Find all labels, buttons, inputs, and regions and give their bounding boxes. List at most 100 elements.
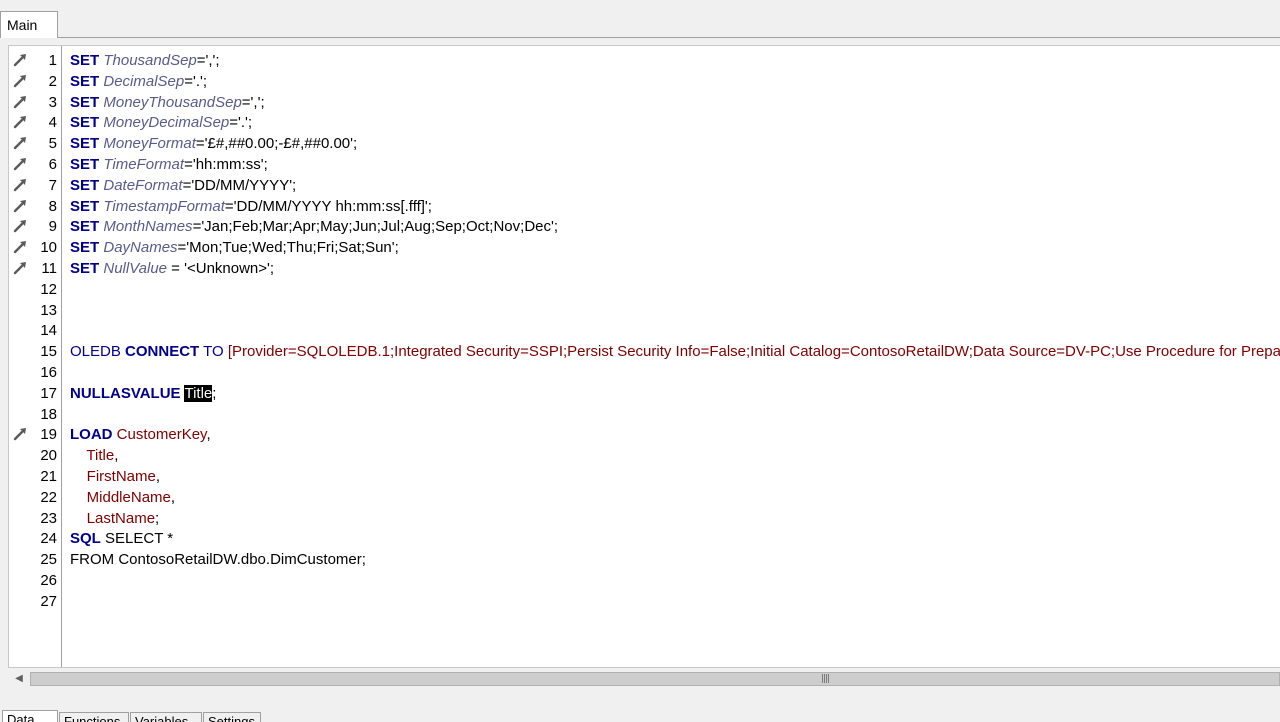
code-token: CustomerKey: [116, 426, 207, 444]
line-number: 11: [41, 260, 57, 277]
code-line[interactable]: 25 FROM ContosoRetailDW.dbo.DimCustomer;: [9, 549, 1280, 570]
code-token: SET: [70, 260, 100, 277]
code-token: MoneyFormat: [103, 135, 196, 153]
code-token: OLEDB: [70, 343, 126, 361]
code-text: FROM ContosoRetailDW.dbo.DimCustomer;: [70, 551, 366, 568]
code-token: SET: [70, 114, 100, 132]
line-number: 1: [48, 52, 57, 69]
tab-functions[interactable]: Functions: [59, 712, 129, 722]
code-token: DateFormat: [103, 176, 183, 194]
code-token: TimeFormat: [103, 156, 185, 173]
code-text: SET NullValue = '<Unknown>';: [70, 260, 274, 277]
code-token: SET: [70, 197, 100, 215]
code-line[interactable]: 10 SET DayNames='Mon;Tue;Wed;Thu;Fri;Sat;…: [9, 237, 1280, 258]
code-token: Title: [86, 447, 115, 465]
code-line[interactable]: 24 SQL SELECT *: [9, 528, 1280, 549]
code-text: NULLASVALUE Title;: [70, 384, 217, 402]
code-text: SET DateFormat='DD/MM/YYYY';: [70, 177, 296, 194]
line-number: 25: [40, 551, 57, 569]
line-number: 6: [48, 156, 57, 173]
code-line[interactable]: 4 SET MoneyDecimalSep='.';: [9, 112, 1280, 133]
code-text: LastName;: [70, 509, 160, 527]
scrollbar-grip-icon: ||||: [821, 674, 830, 684]
line-number: 20: [40, 447, 57, 465]
code-text: SET MonthNames='Jan;Feb;Mar;Apr;May;Jun;…: [70, 218, 558, 235]
line-number: 8: [48, 197, 57, 215]
code-token: SET: [70, 135, 100, 153]
scroll-left-arrow-icon[interactable]: ◀: [10, 670, 28, 688]
line-number: 4: [48, 114, 57, 132]
code-token: NullValue: [103, 260, 168, 277]
code-token: SET: [70, 218, 100, 236]
code-line[interactable]: 5 SET MoneyFormat='£#,##0.00;-£#,##0.00';: [9, 133, 1280, 154]
code-token: SQL: [70, 530, 101, 548]
code-line[interactable]: 14: [9, 320, 1280, 341]
code-token: ='Mon;Tue;Wed;Thu;Fri;Sat;Sun';: [177, 239, 399, 257]
code-token: CONNECT: [125, 343, 200, 361]
code-token: DecimalSep: [103, 72, 185, 90]
code-line[interactable]: 15 OLEDB CONNECT TO [Provider=SQLOLEDB.1;…: [9, 341, 1280, 362]
tab-bar: Main: [0, 0, 1280, 38]
code-text: SET DecimalSep='.';: [70, 73, 207, 90]
line-number: 17: [40, 384, 57, 402]
code-line[interactable]: 27: [9, 591, 1280, 612]
code-line[interactable]: 23 LastName;: [9, 508, 1280, 529]
code-text: MiddleName,: [70, 489, 175, 506]
tab-variables[interactable]: Variables: [130, 712, 202, 722]
code-token: ,: [114, 447, 119, 465]
tab-bar-border: [58, 37, 1280, 38]
code-line[interactable]: 22 MiddleName,: [9, 487, 1280, 508]
code-line[interactable]: 11 SET NullValue = '<Unknown>';: [9, 258, 1280, 279]
code-token: FROM ContosoRetailDW.dbo.DimCustomer;: [70, 551, 366, 569]
code-line[interactable]: 12: [9, 279, 1280, 300]
selected-text: Title: [184, 384, 213, 402]
code-line[interactable]: 17 NULLASVALUE Title;: [9, 383, 1280, 404]
code-token: ='hh:mm:ss';: [184, 156, 268, 173]
code-line[interactable]: 1 SET ThousandSep=',';: [9, 50, 1280, 71]
code-line[interactable]: 9 SET MonthNames='Jan;Feb;Mar;Apr;May;Jun…: [9, 216, 1280, 237]
code-token: MoneyDecimalSep: [103, 114, 230, 132]
script-editor[interactable]: 1 SET ThousandSep=','; 2 SET DecimalSep='.'…: [8, 45, 1280, 667]
code-line[interactable]: 16: [9, 362, 1280, 383]
line-number: 22: [40, 488, 57, 506]
code-text: SQL SELECT *: [70, 530, 173, 547]
code-line[interactable]: 21 FirstName,: [9, 466, 1280, 487]
code-token: ;: [155, 509, 160, 527]
code-token: ;: [212, 384, 217, 402]
code-token: ,: [170, 488, 176, 506]
line-number: 18: [40, 405, 57, 423]
code-token: SET: [70, 239, 100, 257]
scrollbar-thumb[interactable]: ||||: [30, 672, 1280, 686]
tab-main[interactable]: Main: [0, 11, 58, 38]
code-line[interactable]: 19 LOAD CustomerKey,: [9, 424, 1280, 445]
code-line[interactable]: 20 Title,: [9, 445, 1280, 466]
code-line[interactable]: 2 SET DecimalSep='.';: [9, 71, 1280, 92]
line-number: 15: [40, 343, 57, 361]
line-number: 19: [40, 426, 57, 444]
code-token: SET: [70, 93, 100, 111]
code-text: SET TimestampFormat='DD/MM/YYYY hh:mm:ss…: [70, 198, 432, 215]
code-token: MoneyThousandSep: [103, 93, 242, 111]
code-token: SET: [70, 72, 100, 90]
code-text: SET MoneyFormat='£#,##0.00;-£#,##0.00';: [70, 135, 357, 152]
code-line[interactable]: 6 SET TimeFormat='hh:mm:ss';: [9, 154, 1280, 175]
line-number: 24: [40, 530, 57, 548]
bottom-tab-bar: Data Functions Variables Settings: [0, 700, 1280, 722]
code-token: TimestampFormat: [103, 197, 225, 215]
code-line[interactable]: 8 SET TimestampFormat='DD/MM/YYYY hh:mm:s…: [9, 196, 1280, 217]
code-line[interactable]: 26: [9, 570, 1280, 591]
code-text: OLEDB CONNECT TO [Provider=SQLOLEDB.1;In…: [70, 343, 1280, 360]
horizontal-scrollbar[interactable]: ◀ ||||: [8, 667, 1280, 690]
code-line[interactable]: 3 SET MoneyThousandSep=',';: [9, 92, 1280, 113]
code-line[interactable]: 13: [9, 300, 1280, 321]
code-line[interactable]: 7 SET DateFormat='DD/MM/YYYY';: [9, 175, 1280, 196]
line-number: 2: [48, 72, 57, 90]
code-line[interactable]: 18: [9, 404, 1280, 425]
line-number: 26: [40, 572, 57, 589]
tab-data[interactable]: Data: [2, 710, 58, 722]
tab-settings[interactable]: Settings: [203, 712, 261, 722]
line-number: 9: [48, 218, 57, 236]
code-token: SET: [70, 176, 100, 194]
